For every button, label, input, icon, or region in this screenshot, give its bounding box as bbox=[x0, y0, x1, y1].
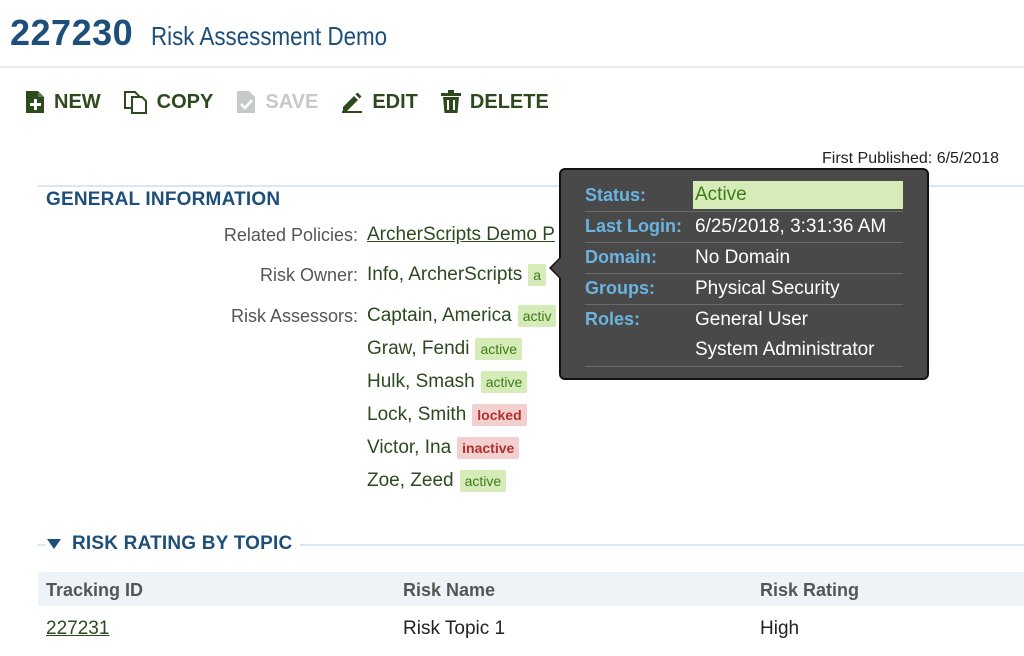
list-item: Zoe, Zeed active bbox=[367, 470, 507, 492]
table-row-risk-name: Risk Topic 1 bbox=[403, 618, 506, 639]
tooltip-row-groups: Groups: Physical Security bbox=[585, 274, 903, 305]
status-badge: active bbox=[459, 470, 507, 492]
risk-assessors-label: Risk Assessors: bbox=[230, 306, 358, 326]
new-button-label: NEW bbox=[54, 90, 101, 113]
column-header-risk-rating[interactable]: Risk Rating bbox=[760, 580, 859, 601]
user-info-tooltip: Status: Active Last Login: 6/25/2018, 3:… bbox=[549, 168, 929, 380]
header-divider bbox=[0, 66, 1024, 68]
edit-button-label: EDIT bbox=[372, 90, 418, 113]
assessor-name[interactable]: Lock, Smith bbox=[367, 404, 466, 426]
delete-button-label: DELETE bbox=[469, 90, 549, 113]
status-badge: locked bbox=[472, 404, 527, 426]
list-item: Graw, Fendi active bbox=[367, 338, 523, 360]
tooltip-arrow bbox=[549, 256, 561, 280]
copy-icon bbox=[123, 91, 147, 114]
roles-label: Roles: bbox=[585, 309, 641, 329]
edit-icon bbox=[342, 92, 363, 113]
role-value: General User bbox=[695, 309, 808, 330]
assessor-name[interactable]: Captain, America bbox=[367, 305, 512, 327]
groups-label: Groups: bbox=[585, 278, 655, 298]
related-policies-label: Related Policies: bbox=[223, 225, 358, 245]
tooltip-row-domain: Domain: No Domain bbox=[585, 243, 903, 274]
tooltip-row-last-login: Last Login: 6/25/2018, 3:31:36 AM bbox=[585, 212, 903, 243]
delete-icon bbox=[440, 90, 461, 113]
table-header bbox=[38, 572, 1024, 606]
general-information-title: GENERAL INFORMATION bbox=[46, 189, 289, 211]
column-header-risk-name[interactable]: Risk Name bbox=[403, 580, 495, 601]
save-icon bbox=[237, 91, 256, 113]
toolbar: NEW COPY SAVE EDIT DELETE bbox=[24, 90, 571, 114]
status-badge: inactive bbox=[457, 437, 520, 459]
domain-label: Domain: bbox=[585, 247, 657, 267]
record-id: 227230 bbox=[10, 12, 134, 53]
assessor-name[interactable]: Graw, Fendi bbox=[367, 338, 469, 360]
domain-value: No Domain bbox=[695, 247, 791, 268]
list-item: Victor, Ina inactive bbox=[367, 437, 520, 459]
status-label: Status: bbox=[585, 185, 647, 205]
table-row-risk-rating: High bbox=[760, 618, 800, 639]
tooltip-row-roles: Roles: General User System Administrator bbox=[585, 305, 903, 367]
save-button-label: SAVE bbox=[265, 90, 319, 113]
assessor-name[interactable]: Victor, Ina bbox=[367, 437, 451, 459]
copy-button-label: COPY bbox=[156, 90, 214, 113]
page-title: Risk Assessment Demo bbox=[151, 21, 388, 51]
groups-value: Physical Security bbox=[695, 278, 840, 299]
first-published-date: First Published: 6/5/2018 bbox=[822, 150, 999, 167]
new-icon bbox=[26, 91, 44, 113]
edit-button[interactable]: EDIT bbox=[340, 90, 418, 114]
status-badge: activ bbox=[517, 305, 557, 327]
save-button[interactable]: SAVE bbox=[235, 90, 318, 114]
collapse-triangle-icon bbox=[47, 539, 61, 549]
tooltip-row-status: Status: Active bbox=[585, 181, 903, 212]
assessor-name[interactable]: Zoe, Zeed bbox=[367, 470, 454, 492]
tracking-id-link[interactable]: 227231 bbox=[46, 618, 109, 639]
related-policy-link[interactable]: ArcherScripts Demo P bbox=[367, 224, 555, 246]
status-badge: a bbox=[528, 264, 547, 286]
delete-button[interactable]: DELETE bbox=[440, 90, 549, 114]
column-header-tracking-id[interactable]: Tracking ID bbox=[46, 580, 143, 601]
page-header: 227230 Risk Assessment Demo bbox=[10, 12, 426, 54]
related-policies-value: ArcherScripts Demo P bbox=[367, 224, 555, 246]
assessor-name[interactable]: Hulk, Smash bbox=[367, 371, 475, 393]
copy-button[interactable]: COPY bbox=[123, 90, 214, 114]
list-item: Captain, America activ bbox=[367, 305, 557, 327]
status-badge: active bbox=[480, 371, 528, 393]
table-row-tracking-id: 227231 bbox=[46, 618, 109, 640]
risk-owner-value: Info, ArcherScripts a bbox=[367, 264, 547, 286]
risk-owner-name[interactable]: Info, ArcherScripts bbox=[367, 264, 522, 286]
risk-rating-title: RISK RATING BY TOPIC bbox=[72, 533, 293, 554]
list-item: Hulk, Smash active bbox=[367, 371, 528, 393]
last-login-value: 6/25/2018, 3:31:36 AM bbox=[695, 216, 887, 237]
new-button[interactable]: NEW bbox=[24, 90, 101, 114]
last-login-label: Last Login: bbox=[585, 216, 682, 236]
list-item: Lock, Smith locked bbox=[367, 404, 527, 426]
risk-owner-label: Risk Owner: bbox=[259, 265, 358, 285]
status-badge: active bbox=[475, 338, 523, 360]
status-value: Active bbox=[693, 181, 903, 209]
risk-rating-section-header[interactable]: RISK RATING BY TOPIC bbox=[46, 533, 301, 555]
role-value: System Administrator bbox=[695, 339, 875, 360]
